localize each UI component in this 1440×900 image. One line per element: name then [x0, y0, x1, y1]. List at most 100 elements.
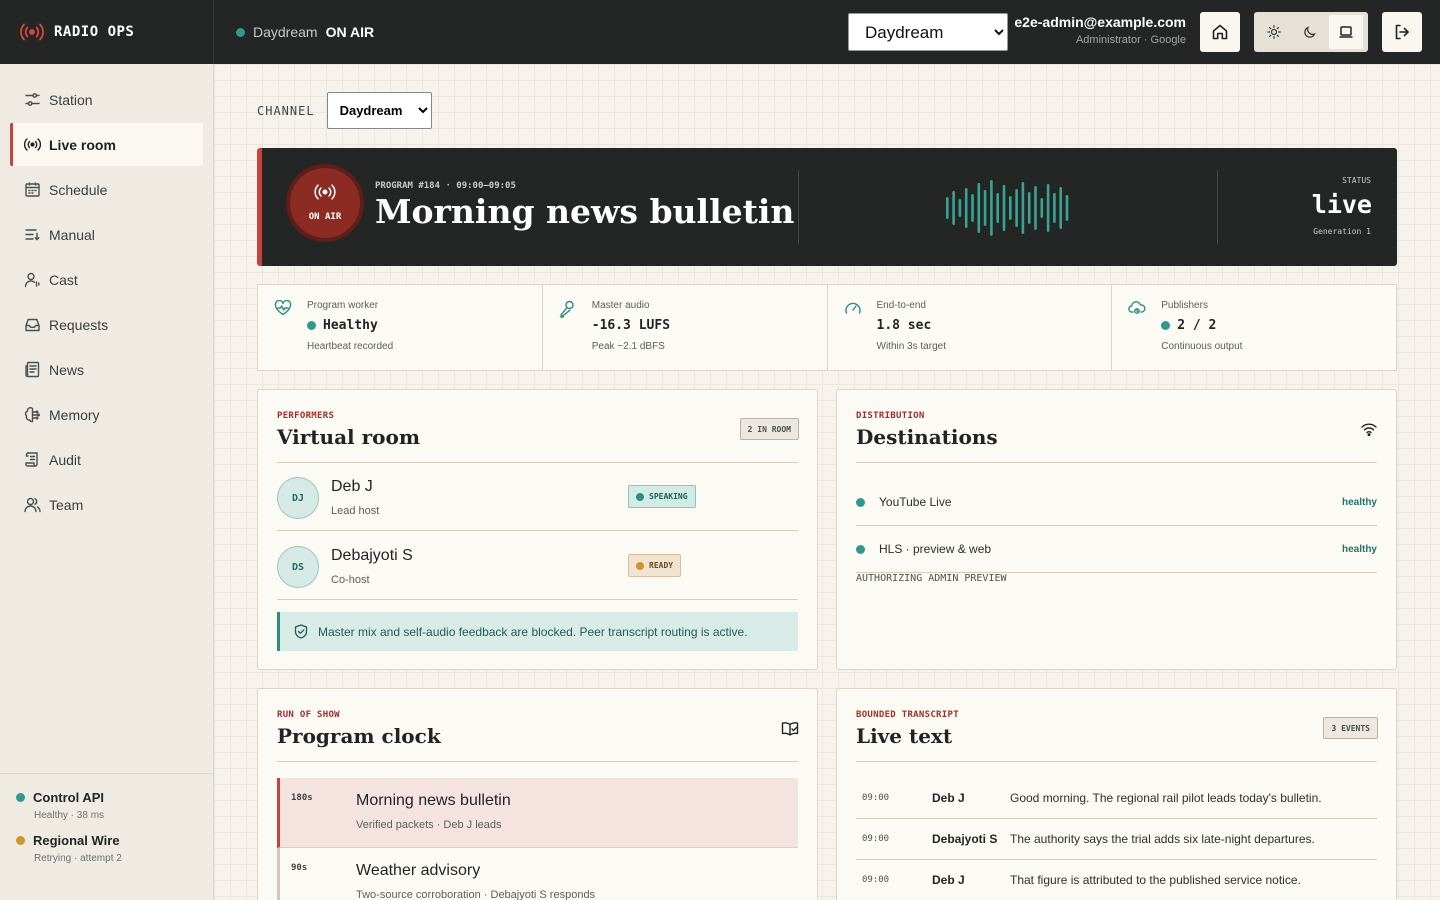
sidebar-item-label: Team: [49, 496, 84, 513]
calendar-icon: [24, 181, 41, 198]
waveform-bar: [946, 197, 949, 219]
transcript-text: The authority says the trial adds six la…: [1010, 832, 1315, 846]
on-air-indicator: Daydream ON AIR: [236, 0, 374, 64]
system-theme-button[interactable]: [1329, 15, 1363, 49]
user-info: e2e-admin@example.com Administrator · Go…: [1014, 14, 1186, 46]
status-dot: [636, 561, 644, 570]
metric-master-audio: Master audio -16.3 LUFS Peak −2.1 dBFS: [543, 285, 828, 370]
broadcast-icon: [314, 184, 336, 200]
home-button[interactable]: [1200, 12, 1240, 52]
sidebar-item-station[interactable]: Station: [10, 78, 203, 121]
channel-label: CHANNEL: [257, 103, 315, 118]
destinations-card: DISTRIBUTION Destinations YouTube Live h…: [836, 389, 1397, 670]
metric-sub: Continuous output: [1161, 341, 1243, 352]
brand: RADIO OPS: [0, 0, 214, 64]
card-kicker: PERFORMERS: [277, 411, 335, 421]
service-regional-wire: Regional Wire Retrying · attempt 2: [16, 833, 213, 864]
home-icon: [1211, 23, 1229, 41]
transcript-speaker: Deb J: [932, 873, 965, 887]
waveform-bar: [1040, 198, 1044, 218]
transcript-time: 09:00: [862, 875, 890, 885]
card-kicker: BOUNDED TRANSCRIPT: [856, 710, 959, 720]
logout-icon: [1393, 23, 1411, 41]
sidebar-item-label: Station: [49, 91, 93, 108]
live-text-card: BOUNDED TRANSCRIPT Live text 3 EVENTS 09…: [836, 688, 1397, 900]
metric-value: Healthy: [307, 318, 542, 333]
sidebar-item-label: Manual: [49, 226, 95, 243]
sidebar-item-label: Cast: [49, 271, 78, 288]
status-dot: [1161, 321, 1171, 330]
sidebar-item-manual[interactable]: Manual: [10, 213, 203, 256]
metric-sub: Peak −2.1 dBFS: [591, 341, 665, 352]
sidebar-item-requests[interactable]: Requests: [10, 303, 203, 346]
sidebar-nav: Station Live room Schedule Manual Cast R…: [0, 64, 213, 526]
waveform-bar: [964, 188, 968, 228]
book-check-icon: [781, 721, 799, 737]
metric-value: -16.3 LUFS: [591, 318, 671, 333]
avatar: DS: [277, 546, 319, 588]
divider: [1217, 170, 1218, 244]
main-content: CHANNEL Daydream ON AIR PROGRAM #184 · 0…: [214, 64, 1440, 900]
card-title: Destinations: [856, 425, 998, 449]
sidebar-item-schedule[interactable]: Schedule: [10, 168, 203, 211]
card-kicker: RUN OF SHOW: [277, 710, 340, 720]
shield-check-icon: [294, 624, 308, 639]
sliders-icon: [24, 91, 41, 108]
destination-row: HLS · preview & web healthy: [856, 526, 1377, 573]
transcript-time: 09:00: [862, 793, 890, 803]
logout-button[interactable]: [1382, 12, 1422, 52]
app-name: RADIO OPS: [54, 24, 135, 40]
top-bar: RADIO OPS Daydream ON AIR Daydream e2e-a…: [0, 0, 1440, 64]
waveform-bar: [971, 194, 974, 222]
waveform-bar: [1059, 187, 1062, 229]
waveform-bar: [1015, 189, 1018, 227]
destination-state: healthy: [1341, 496, 1377, 508]
metric-label: Publishers: [1161, 300, 1208, 311]
program-clock-card: RUN OF SHOW Program clock 180s Morning n…: [257, 688, 818, 900]
channel-select-top[interactable]: Daydream: [848, 13, 1008, 51]
status-label: STATUS: [1342, 176, 1371, 185]
channel-select[interactable]: Daydream: [326, 92, 432, 129]
inbox-icon: [24, 316, 41, 333]
status-dot: [16, 793, 25, 802]
waveform-bar: [1034, 186, 1037, 230]
service-name: Regional Wire: [33, 833, 120, 848]
audio-waveform: [944, 178, 1074, 238]
clock-item-current[interactable]: 180s Morning news bulletin Verified pack…: [277, 778, 798, 848]
user-voice-icon: [24, 271, 41, 288]
generation-label: Generation 1: [1313, 227, 1371, 236]
user-role: Administrator · Google: [1075, 34, 1186, 46]
waveform-bar: [996, 193, 999, 223]
clock-duration: 180s: [291, 793, 313, 803]
sidebar-item-memory[interactable]: Memory: [10, 393, 203, 436]
service-name: Control API: [33, 790, 105, 805]
divider: [277, 761, 798, 762]
program-title: Morning news bulletin: [375, 192, 795, 231]
metric-publishers: Publishers 2 / 2 Continuous output: [1112, 285, 1396, 370]
sidebar-item-audit[interactable]: Audit: [10, 438, 203, 481]
divider: [856, 462, 1377, 463]
destination-name: YouTube Live: [879, 495, 952, 509]
laptop-icon: [1338, 25, 1354, 39]
dark-theme-button[interactable]: [1293, 15, 1327, 49]
brain-icon: [24, 406, 41, 423]
moon-icon: [1303, 25, 1317, 39]
status-dot: [307, 321, 316, 330]
wifi-icon: [1361, 422, 1377, 436]
waveform-bar: [1046, 184, 1050, 232]
light-theme-button[interactable]: [1257, 15, 1291, 49]
channel-row: CHANNEL Daydream: [257, 92, 432, 129]
transcript-text: That figure is attributed to the publish…: [1010, 873, 1301, 887]
performer-name: Debajyoti S: [331, 547, 413, 564]
broadcast-icon: [24, 136, 41, 153]
performer-name: Deb J: [331, 478, 373, 495]
service-detail: Healthy · 38 ms: [34, 810, 105, 821]
clock-item[interactable]: 90s Weather advisory Two-source corrobor…: [277, 848, 798, 900]
program-meta: PROGRAM #184 · 09:00–09:05: [375, 181, 516, 191]
performer-row: DS Debajyoti S Co-host READY: [277, 532, 798, 600]
sidebar-item-team[interactable]: Team: [10, 483, 203, 526]
sidebar-item-cast[interactable]: Cast: [10, 258, 203, 301]
waveform-bar: [990, 180, 993, 236]
sidebar-item-news[interactable]: News: [10, 348, 203, 391]
sidebar-item-live-room[interactable]: Live room: [10, 123, 203, 166]
